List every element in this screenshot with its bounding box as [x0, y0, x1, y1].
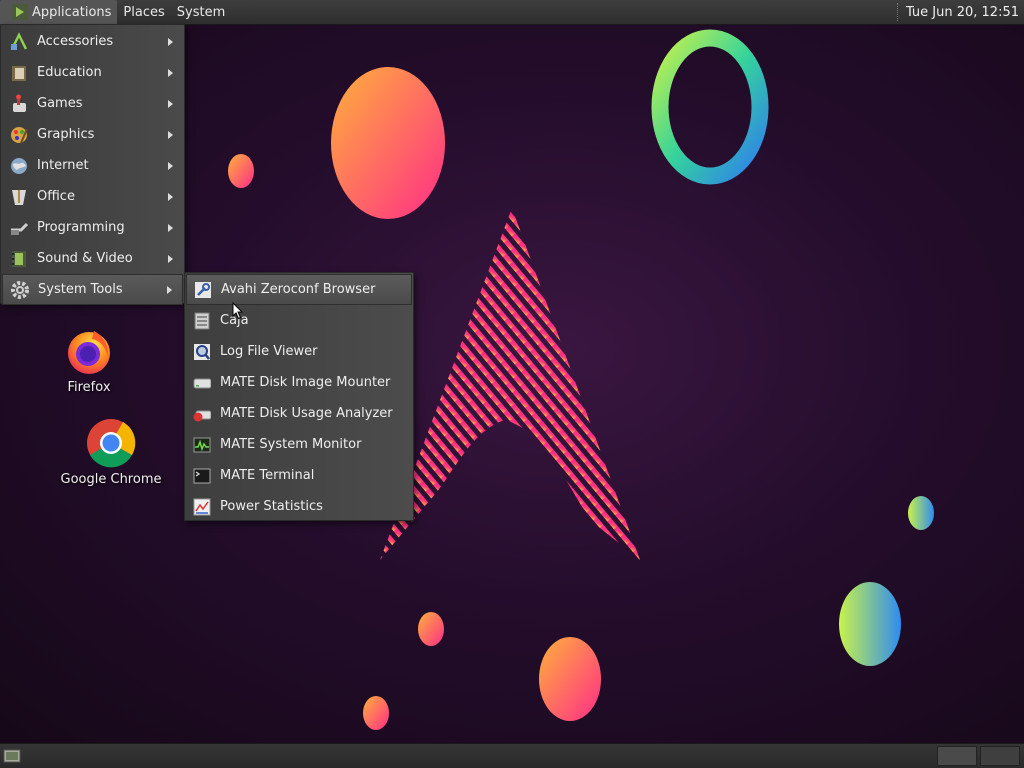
menu-item-programming[interactable]: Programming: [2, 212, 183, 243]
applications-menu-button[interactable]: Applications: [0, 0, 118, 24]
menu-item-label: Office: [37, 189, 75, 204]
menu-item-office[interactable]: Office: [2, 181, 183, 212]
menu-label: Applications: [32, 4, 112, 20]
submenu-arrow-icon: [168, 99, 173, 108]
deco-circle: [908, 496, 934, 530]
mouse-pointer-icon: [232, 302, 244, 320]
submenu-item-power-statistics[interactable]: Power Statistics: [186, 491, 412, 522]
submenu-item-label: MATE Disk Usage Analyzer: [220, 406, 393, 421]
office-icon: [8, 186, 30, 208]
deco-circle: [228, 154, 254, 188]
system-menu-button[interactable]: System: [171, 0, 231, 24]
menu-label: System: [176, 4, 226, 20]
deco-circle: [363, 696, 389, 730]
menu-item-label: Graphics: [37, 127, 95, 142]
menu-item-label: Accessories: [37, 34, 114, 49]
desktop-icon-label: Firefox: [67, 380, 111, 395]
log-viewer-icon: [192, 342, 212, 362]
submenu-arrow-icon: [167, 285, 172, 294]
show-desktop-icon: [3, 749, 21, 763]
submenu-item-avahi[interactable]: Avahi Zeroconf Browser: [186, 274, 412, 305]
menu-item-label: Sound & Video: [37, 251, 133, 266]
disk-usage-icon: [192, 404, 212, 424]
accessories-icon: [8, 31, 30, 53]
submenu-item-label: Log File Viewer: [220, 344, 318, 359]
submenu-item-disk-usage[interactable]: MATE Disk Usage Analyzer: [186, 398, 412, 429]
submenu-item-terminal[interactable]: MATE Terminal: [186, 460, 412, 491]
system-tools-submenu: Avahi Zeroconf Browser Caja Log File Vie…: [184, 272, 414, 521]
disk-icon: [192, 373, 212, 393]
places-menu-button[interactable]: Places: [117, 0, 170, 24]
chrome-icon: [86, 418, 136, 468]
top-panel: Applications Places System Tue Jun 20, 1…: [0, 0, 1024, 25]
submenu-item-log-viewer[interactable]: Log File Viewer: [186, 336, 412, 367]
menu-item-education[interactable]: Education: [2, 57, 183, 88]
submenu-arrow-icon: [168, 161, 173, 170]
deco-circle: [539, 637, 601, 721]
system-tools-icon: [9, 279, 31, 301]
submenu-item-label: MATE Terminal: [220, 468, 315, 483]
menu-item-internet[interactable]: Internet: [2, 150, 183, 181]
file-manager-icon: [192, 311, 212, 331]
system-monitor-icon: [192, 435, 212, 455]
workspace-switcher-2[interactable]: [980, 746, 1020, 766]
mate-logo-icon: [10, 2, 30, 22]
show-desktop-button[interactable]: [3, 747, 21, 764]
submenu-arrow-icon: [168, 254, 173, 263]
submenu-item-label: MATE System Monitor: [220, 437, 362, 452]
menu-item-graphics[interactable]: Graphics: [2, 119, 183, 150]
firefox-icon: [64, 326, 114, 376]
desktop-icon-chrome[interactable]: Google Chrome: [56, 418, 166, 487]
deco-circle: [418, 612, 444, 646]
submenu-arrow-icon: [168, 223, 173, 232]
submenu-item-system-monitor[interactable]: MATE System Monitor: [186, 429, 412, 460]
desktop-icon-firefox[interactable]: Firefox: [34, 326, 144, 395]
power-statistics-icon: [192, 497, 212, 517]
submenu-item-label: Avahi Zeroconf Browser: [221, 282, 376, 297]
bottom-panel: [0, 743, 1024, 768]
submenu-item-label: Power Statistics: [220, 499, 323, 514]
programming-icon: [8, 217, 30, 239]
menu-item-sound-video[interactable]: Sound & Video: [2, 243, 183, 274]
menu-item-label: System Tools: [38, 282, 123, 297]
menu-item-label: Education: [37, 65, 102, 80]
menu-item-label: Games: [37, 96, 83, 111]
submenu-item-disk-mounter[interactable]: MATE Disk Image Mounter: [186, 367, 412, 398]
menu-item-system-tools[interactable]: System Tools: [2, 274, 183, 305]
deco-circle: [839, 582, 901, 666]
education-icon: [8, 62, 30, 84]
applications-menu: Accessories Education Games Graphics Int…: [0, 24, 185, 305]
internet-icon: [8, 155, 30, 177]
submenu-arrow-icon: [168, 192, 173, 201]
menu-item-label: Internet: [37, 158, 89, 173]
panel-separator: [896, 3, 900, 21]
sound-video-icon: [8, 248, 30, 270]
workspace-switcher-1[interactable]: [937, 746, 977, 766]
network-wrench-icon: [193, 280, 213, 300]
terminal-icon: [192, 466, 212, 486]
menu-label: Places: [123, 4, 165, 20]
graphics-icon: [8, 124, 30, 146]
submenu-item-caja[interactable]: Caja: [186, 305, 412, 336]
submenu-item-label: MATE Disk Image Mounter: [220, 375, 391, 390]
clock[interactable]: Tue Jun 20, 12:51: [906, 5, 1024, 20]
submenu-arrow-icon: [168, 130, 173, 139]
submenu-arrow-icon: [168, 68, 173, 77]
menu-item-games[interactable]: Games: [2, 88, 183, 119]
submenu-arrow-icon: [168, 37, 173, 46]
menu-item-label: Programming: [37, 220, 125, 235]
menu-item-accessories[interactable]: Accessories: [2, 26, 183, 57]
games-icon: [8, 93, 30, 115]
deco-ring: [651, 29, 769, 185]
deco-circle: [331, 67, 445, 219]
desktop-icon-label: Google Chrome: [60, 472, 162, 487]
